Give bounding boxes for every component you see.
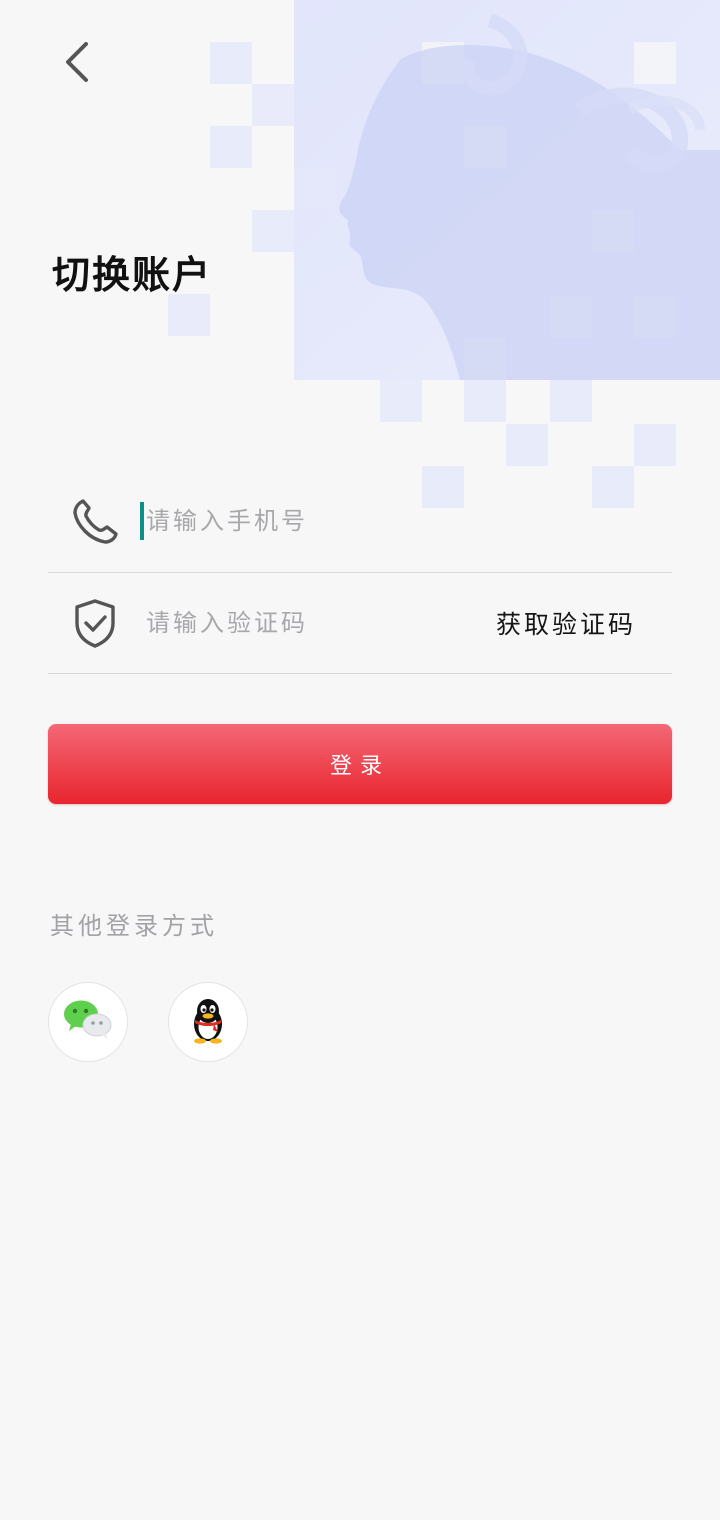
wechat-login-button[interactable] (48, 982, 128, 1062)
page-title: 切换账户 (52, 252, 213, 297)
get-code-button[interactable]: 获取验证码 (496, 605, 636, 641)
other-login-label: 其他登录方式 (50, 912, 218, 940)
login-button[interactable]: 登录 (48, 724, 672, 804)
background-art (168, 0, 720, 508)
shield-check-icon (50, 597, 140, 649)
verification-code-input[interactable] (140, 593, 496, 653)
qq-icon (188, 996, 228, 1048)
chevron-left-icon (60, 38, 92, 90)
back-button[interactable] (52, 34, 100, 94)
wechat-icon (63, 999, 113, 1045)
phone-icon (50, 495, 140, 547)
qq-login-button[interactable] (168, 982, 248, 1062)
phone-field (48, 470, 672, 573)
phone-input[interactable] (140, 502, 672, 540)
verification-code-field: 获取验证码 (48, 573, 672, 674)
